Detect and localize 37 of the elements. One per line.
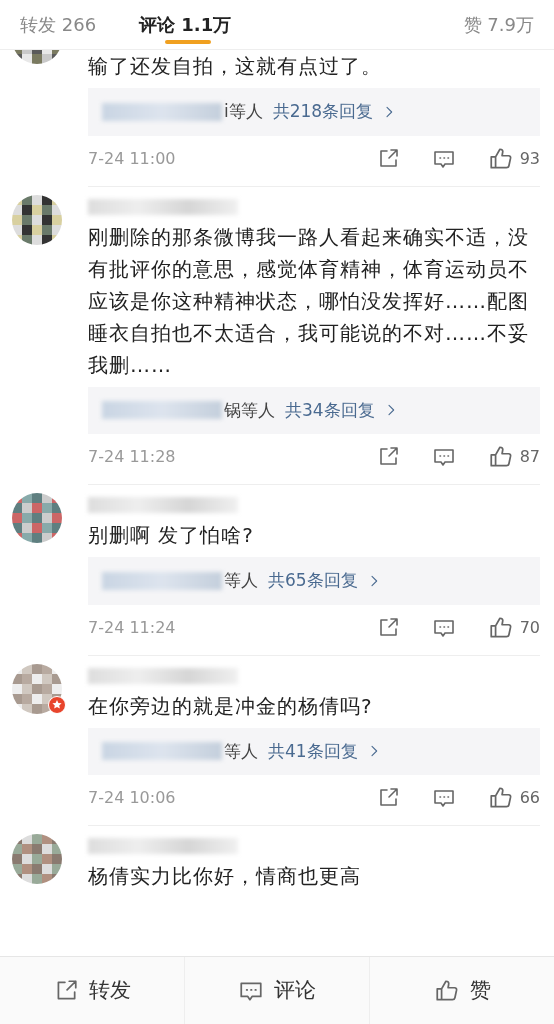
comment-text: 在你旁边的就是冲金的杨倩吗? bbox=[88, 692, 374, 720]
reply-preview[interactable]: 锅等人 共34条回复 bbox=[88, 386, 540, 434]
like-count: 70 bbox=[519, 616, 540, 639]
timestamp: 7-24 11:24 bbox=[88, 616, 176, 639]
timestamp: 7-24 10:06 bbox=[88, 787, 176, 809]
reply-preview[interactable]: i等人 共218条回复 bbox=[88, 88, 540, 136]
reply-authors: 锅等人 bbox=[224, 398, 275, 422]
tab[interactable]: 赞 7.9万 bbox=[463, 0, 534, 50]
like-count: 87 bbox=[519, 446, 540, 468]
reply-preview[interactable]: 等人 共65条回复 bbox=[88, 557, 540, 605]
reply-count[interactable]: 共218条回复 bbox=[272, 99, 374, 125]
avatar[interactable] bbox=[12, 194, 62, 245]
reply-authors: 等人 bbox=[224, 569, 258, 592]
like-icon[interactable] bbox=[487, 614, 514, 641]
share-button[interactable]: 转发 bbox=[0, 957, 184, 1024]
reply-count[interactable]: 共65条回复 bbox=[268, 568, 358, 594]
comment-text: 别删啊 发了怕啥? bbox=[88, 522, 255, 549]
like-count: 93 bbox=[519, 147, 540, 170]
like-icon[interactable] bbox=[433, 977, 460, 1004]
reply-count[interactable]: 共34条回复 bbox=[285, 397, 375, 423]
tab[interactable]: 评论 1.1万 bbox=[139, 0, 247, 50]
like-icon[interactable] bbox=[487, 785, 514, 811]
comment-text: 刚删除的那条微博我一路人看起来确实不适，没有批评你的意思，感觉体育精神，体育运动员不应该是你这种精神状态，哪怕没发挥好……配图睡衣自拍也不太适合，我可能说的不对……不妥我删…… bbox=[88, 223, 530, 379]
reply-preview[interactable]: 等人 共41条回复 bbox=[88, 727, 540, 775]
reply-count[interactable]: 共41条回复 bbox=[268, 738, 358, 764]
like-icon[interactable] bbox=[487, 145, 514, 172]
timestamp: 7-24 11:00 bbox=[88, 147, 176, 170]
comment-text: 杨倩实力比你好，情商也更高 bbox=[88, 863, 362, 890]
comment-text: 输了还发自拍，这就有点过了。 bbox=[88, 53, 383, 80]
like-icon[interactable] bbox=[487, 444, 514, 470]
timestamp: 7-24 11:28 bbox=[88, 446, 176, 468]
like-button[interactable]: 赞 bbox=[369, 957, 554, 1024]
like-count: 66 bbox=[519, 787, 540, 809]
comment-button[interactable]: 评论 bbox=[184, 957, 369, 1024]
reply-authors: 等人 bbox=[224, 739, 258, 763]
tab[interactable]: 转发 266 bbox=[20, 0, 112, 50]
reply-authors: i等人 bbox=[224, 100, 263, 123]
